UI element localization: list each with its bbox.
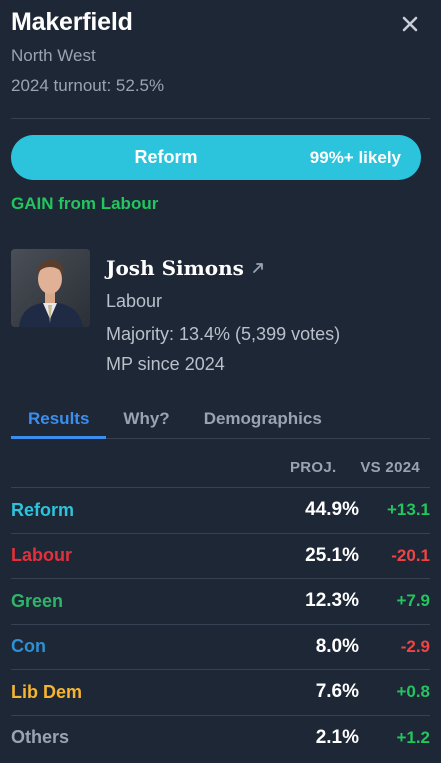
- table-row: Green 12.3% +7.9: [11, 578, 430, 624]
- gain-status: GAIN from Labour: [11, 194, 159, 213]
- tab-why[interactable]: Why?: [106, 406, 186, 439]
- projected-share: 12.3%: [305, 590, 359, 612]
- tab-results[interactable]: Results: [11, 406, 107, 439]
- column-header-vs-2024: VS 2024: [360, 459, 420, 476]
- prediction-bar[interactable]: Reform 99%+ likely: [11, 135, 421, 180]
- projected-share: 8.0%: [315, 635, 359, 657]
- party-name: Reform: [11, 499, 75, 520]
- table-row: Reform 44.9% +13.1: [11, 487, 430, 533]
- change-vs-2024: +1.2: [396, 727, 430, 747]
- tab-bar: Results Why? Demographics: [11, 406, 430, 439]
- table-row: Labour 25.1% -20.1: [11, 532, 430, 579]
- change-vs-2024: +7.9: [396, 591, 430, 611]
- party-name: Con: [11, 636, 46, 657]
- mp-name: Josh Simons: [106, 256, 244, 280]
- mp-avatar: [11, 249, 90, 327]
- table-row: Lib Dem 7.6% +0.8: [11, 669, 430, 715]
- party-name: Labour: [11, 545, 72, 566]
- change-vs-2024: +13.1: [386, 500, 430, 520]
- change-vs-2024: +0.8: [396, 682, 430, 702]
- header-divider: [11, 118, 430, 119]
- party-name: Others: [11, 727, 70, 748]
- external-link-icon: [253, 263, 263, 273]
- party-name: Green: [11, 590, 64, 611]
- close-icon[interactable]: [400, 14, 420, 34]
- projected-share: 2.1%: [315, 726, 359, 748]
- mp-majority: Majority: 13.4% (5,399 votes): [106, 324, 341, 344]
- region-label: North West: [11, 46, 96, 65]
- projected-share: 25.1%: [305, 544, 359, 566]
- header: Makerfield North West 2024 turnout: 52.5…: [11, 8, 430, 96]
- mp-since: MP since 2024: [106, 354, 225, 374]
- tab-demographics[interactable]: Demographics: [187, 406, 339, 439]
- projected-share: 7.6%: [315, 681, 359, 703]
- prediction-likelihood: 99%+ likely: [309, 147, 401, 167]
- turnout-label: 2024 turnout: 52.5%: [11, 76, 165, 95]
- table-row: Others 2.1% +1.2: [11, 714, 430, 761]
- results-table: Reform 44.9% +13.1 Labour 25.1% -20.1 Gr…: [11, 487, 430, 760]
- projected-share: 44.9%: [305, 499, 359, 521]
- column-header-proj: PROJ.: [290, 459, 337, 476]
- mp-name-link[interactable]: Josh Simons: [106, 256, 265, 280]
- change-vs-2024: -2.9: [400, 636, 430, 656]
- mp-party: Labour: [106, 291, 163, 311]
- change-vs-2024: -20.1: [391, 545, 430, 565]
- constituency-title: Makerfield: [11, 8, 133, 36]
- party-name: Lib Dem: [11, 681, 83, 702]
- prediction-party: Reform: [134, 147, 198, 167]
- table-row: Con 8.0% -2.9: [11, 623, 430, 670]
